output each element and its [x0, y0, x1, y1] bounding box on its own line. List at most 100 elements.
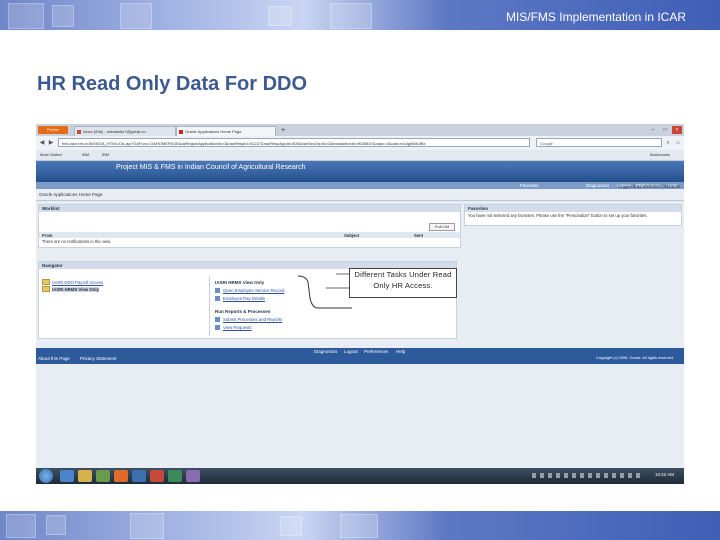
maximize-icon[interactable]: □ [660, 126, 670, 134]
function-label: Submit Processes and Reports [223, 317, 283, 322]
copyright-text: Copyright (c) 2006, Oracle. All rights r… [596, 356, 674, 360]
page-title: Oracle Applications Home Page [39, 192, 103, 197]
oracle-banner: Project MIS & FMS in Indian Council of A… [36, 161, 684, 182]
callout-box: Different Tasks Under Read Only HR Acces… [349, 268, 457, 298]
oracle-icon [179, 130, 183, 134]
explorer-icon[interactable] [78, 470, 92, 482]
tray-icon[interactable] [556, 473, 560, 478]
banner-title: Project MIS & FMS in Indian Council of A… [116, 164, 306, 171]
tab-oracle-home[interactable]: Oracle Applications Home Page [176, 126, 276, 136]
firefox-icon[interactable] [114, 470, 128, 482]
browser-navbar: ◀ ▶ fms.iasri.res.in:8005/OA_HTML/OA.jsp… [36, 136, 684, 151]
worklist-empty-message: There are no notifications in the view. [42, 239, 112, 244]
logged-in-as: Logged In As SRSHEEL_SARKAR [618, 184, 680, 189]
responsibility-hrms-view-only[interactable]: IASRI HRMS View Only [42, 286, 99, 292]
favorites-message: You have not selected any favorites. Ple… [468, 213, 648, 218]
function-employee-pay-details[interactable]: Employee Pay Details [215, 296, 265, 301]
column-subject[interactable]: Subject [344, 233, 359, 238]
tray-icon[interactable] [628, 473, 632, 478]
favorites-heading: Favorites [465, 205, 681, 212]
tray-icon[interactable] [620, 473, 624, 478]
tray-icon[interactable] [588, 473, 592, 478]
oracle-footer: Diagnostics Logout Preferences Help Abou… [36, 348, 684, 364]
about-page-link[interactable]: About this Page [38, 356, 70, 361]
column-from[interactable]: From [42, 233, 52, 238]
form-icon [215, 296, 220, 301]
media-icon[interactable] [96, 470, 110, 482]
new-tab-button[interactable]: + [278, 126, 288, 136]
form-icon [215, 288, 220, 293]
tray-icon[interactable] [604, 473, 608, 478]
search-input[interactable]: Google [536, 138, 662, 147]
ie-icon[interactable] [60, 470, 74, 482]
firefox-menu-button[interactable]: Firefox [38, 126, 68, 134]
gmail-icon [77, 130, 81, 134]
responsibility-ddo-payroll[interactable]: IASRI DDO Payroll Access [42, 279, 103, 285]
slide-header-text: MIS/FMS Implementation in ICAR [505, 10, 686, 24]
browser-tab-strip: Firefox Inbox (846) - mitrabelto7@gmail.… [36, 124, 684, 136]
footer-preferences-link[interactable]: Preferences [364, 349, 388, 354]
bookmarks-menu[interactable]: Bookmarks [650, 150, 670, 160]
privacy-link[interactable]: Privacy Statement [80, 356, 117, 361]
tray-icon[interactable] [548, 473, 552, 478]
favorites-panel: Favorites You have not selected any favo… [464, 204, 682, 226]
forward-icon[interactable]: ▶ [47, 139, 55, 147]
footer-help-link[interactable]: Help [396, 349, 405, 354]
reports-heading: Run Reports & Processes [215, 309, 271, 314]
callout-bracket [297, 273, 352, 309]
full-list-button[interactable]: Full List [429, 223, 455, 231]
start-button-icon[interactable] [39, 469, 53, 483]
diagnostics-link[interactable]: Diagnostics [586, 183, 609, 188]
word-icon[interactable] [132, 470, 146, 482]
function-view-requests[interactable]: View Requests [215, 325, 252, 330]
browser-screenshot: Firefox Inbox (846) - mitrabelto7@gmail.… [36, 124, 684, 484]
tab-gmail[interactable]: Inbox (846) - mitrabelto7@gmail.co... [74, 126, 176, 136]
tray-icon[interactable] [572, 473, 576, 478]
navigator-divider [209, 276, 210, 336]
app-icon[interactable] [186, 470, 200, 482]
bookmark-most-visited[interactable]: Most Visited [40, 150, 62, 160]
taskbar-clock[interactable]: 10:22 AM [655, 472, 674, 477]
folder-icon [42, 279, 50, 285]
bookmark-ibm-1[interactable]: IBM [82, 150, 89, 160]
slide-title: HR Read Only Data For DDO [37, 73, 308, 95]
tray-icon[interactable] [540, 473, 544, 478]
back-icon[interactable]: ◀ [38, 139, 46, 147]
footer-diagnostics-link[interactable]: Diagnostics [314, 349, 337, 354]
worklist-heading: Worklist [39, 205, 460, 212]
worklist-panel: Worklist Full List From Subject Sent The… [38, 204, 461, 248]
tray-icon[interactable] [636, 473, 640, 478]
tab-label: Oracle Applications Home Page [185, 129, 242, 134]
bookmark-ibm-2[interactable]: IBM [102, 150, 109, 160]
tray-icon[interactable] [564, 473, 568, 478]
minimize-icon[interactable]: – [648, 126, 658, 134]
search-icon[interactable]: ⌕ [664, 139, 672, 147]
oracle-global-links: Favorites Diagnostics Logout Preferences… [36, 182, 684, 189]
excel-icon[interactable] [168, 470, 182, 482]
address-bar[interactable]: fms.iasri.res.in:8005/OA_HTML/OA.jsp?OAF… [58, 138, 530, 147]
close-icon[interactable]: × [672, 126, 682, 134]
form-icon [215, 325, 220, 330]
function-submit-processes[interactable]: Submit Processes and Reports [215, 317, 282, 322]
function-open-employee-service-record[interactable]: Open Employee Service Record [215, 288, 284, 293]
column-sent[interactable]: Sent [414, 233, 423, 238]
tab-label: Inbox (846) - mitrabelto7@gmail.co... [83, 129, 149, 134]
bookmarks-bar: Most Visited IBM IBM Bookmarks [36, 150, 684, 161]
function-group-title: IASRI HRMS View Only [215, 280, 265, 285]
form-icon [215, 317, 220, 322]
function-label: Open Employee Service Record [223, 288, 285, 293]
worklist-header-row [39, 232, 460, 238]
tray-icon[interactable] [532, 473, 536, 478]
responsibility-label: IASRI DDO Payroll Access [52, 280, 104, 285]
windows-taskbar: 10:22 AM [36, 468, 684, 484]
favorites-menu[interactable]: Favorites [520, 183, 539, 188]
tray-icon[interactable] [612, 473, 616, 478]
tray-icon[interactable] [580, 473, 584, 478]
divider [36, 200, 684, 201]
powerpoint-icon[interactable] [150, 470, 164, 482]
footer-logout-link[interactable]: Logout [344, 349, 358, 354]
function-label: Employee Pay Details [223, 296, 266, 301]
function-label: View Requests [223, 325, 252, 330]
tray-icon[interactable] [596, 473, 600, 478]
home-icon[interactable]: ⌂ [674, 139, 682, 147]
